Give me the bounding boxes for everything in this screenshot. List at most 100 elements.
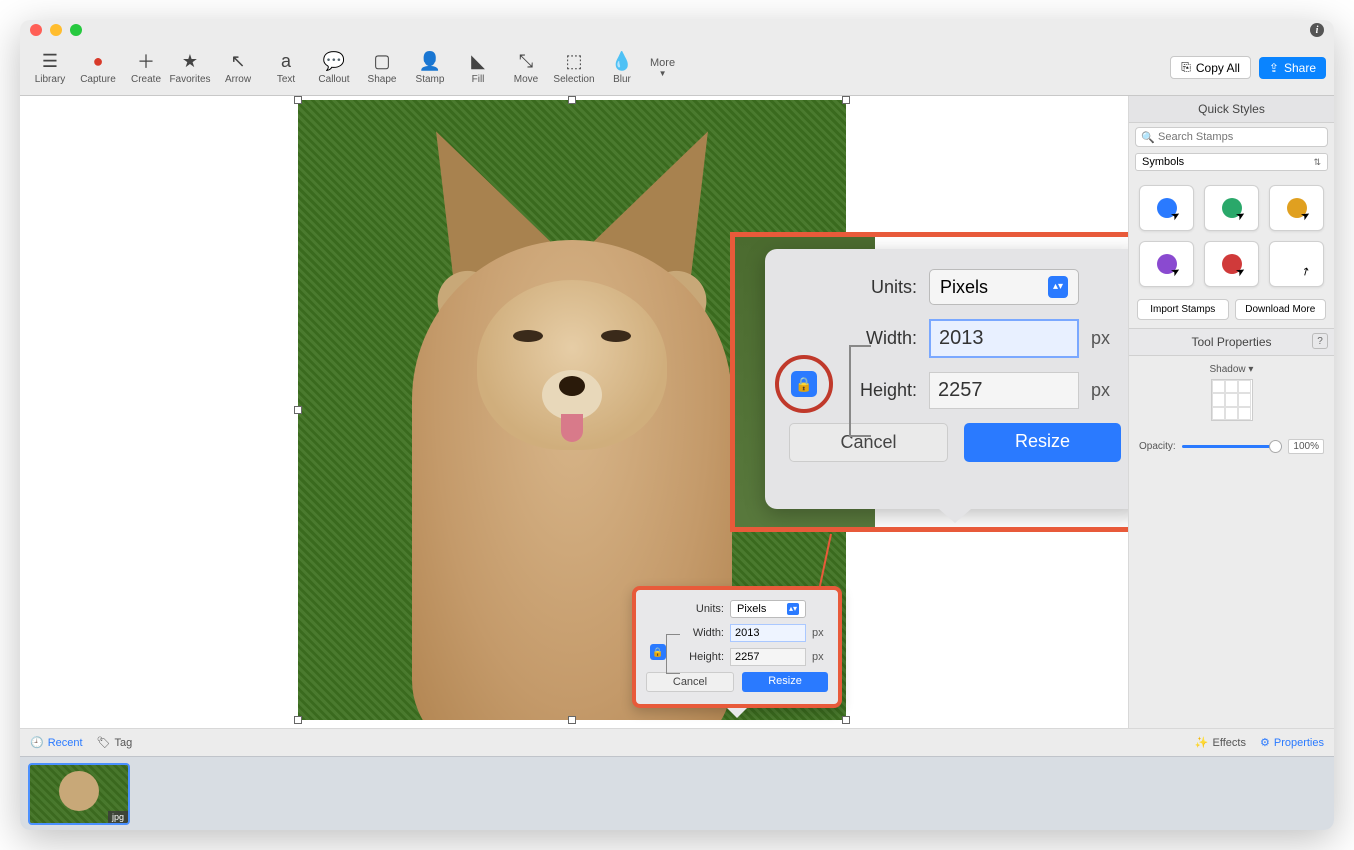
import-stamps-button[interactable]: Import Stamps xyxy=(1137,299,1229,320)
units-select[interactable]: Pixels ▴▾ xyxy=(929,269,1079,305)
editor-canvas[interactable]: 🔒 Units: Pixels ▴▾ Width: px Height: xyxy=(20,96,1128,728)
width-input[interactable] xyxy=(730,624,806,642)
help-icon[interactable]: ? xyxy=(1312,333,1328,349)
maximize-window-button[interactable] xyxy=(70,24,82,36)
favorites-label: Favorites xyxy=(169,74,210,85)
annotation-highlight-circle xyxy=(775,355,833,413)
callout-tool[interactable]: 💬Callout xyxy=(312,45,356,91)
callout-icon: 💬 xyxy=(323,50,345,72)
opacity-label: Opacity: xyxy=(1139,441,1176,452)
info-icon[interactable]: i xyxy=(1310,23,1324,37)
arrow-tool[interactable]: ↖Arrow xyxy=(216,45,260,91)
clipboard-icon: ⎘ xyxy=(1181,60,1191,75)
text-tool[interactable]: aText xyxy=(264,45,308,91)
width-label: Width: xyxy=(866,328,917,349)
lock-aspect-icon[interactable]: 🔒 xyxy=(650,644,666,660)
selection-handle[interactable] xyxy=(568,96,576,104)
search-icon: 🔍 xyxy=(1141,131,1155,144)
opacity-slider[interactable] xyxy=(1182,445,1283,448)
units-label: Units: xyxy=(696,603,724,615)
chevron-updown-icon: ⇅ xyxy=(1313,157,1321,168)
more-menu[interactable]: More▼ xyxy=(650,57,675,78)
cursor-stamp-icon: ➤ xyxy=(1157,198,1177,218)
shadow-label: Shadow ▾ xyxy=(1141,364,1322,375)
move-tool[interactable]: ⤡ Move xyxy=(504,45,548,91)
fill-tool[interactable]: ◣Fill xyxy=(456,45,500,91)
effects-button[interactable]: ✨ Effects xyxy=(1195,736,1246,749)
blur-icon: 💧 xyxy=(611,50,633,72)
height-label: Height: xyxy=(689,651,724,663)
units-label: Units: xyxy=(871,277,917,298)
stamp-tool[interactable]: 👤Stamp xyxy=(408,45,452,91)
thumbnail[interactable]: jpg xyxy=(28,763,130,825)
stamp-swatch[interactable]: ↗ xyxy=(1269,241,1324,287)
capture-label: Capture xyxy=(80,74,116,85)
stamp-swatch[interactable]: ➤ xyxy=(1204,185,1259,231)
selection-handle[interactable] xyxy=(294,406,302,414)
create-tool[interactable]: ＋Create xyxy=(124,45,168,91)
library-label: Library xyxy=(35,74,66,85)
unit-suffix: px xyxy=(812,627,828,639)
blur-tool[interactable]: 💧 Blur xyxy=(600,45,644,91)
stamp-label: Stamp xyxy=(416,74,445,85)
app-window: i ☰Library ● Capture ＋Create ★ Favorites ↖Arr… xyxy=(20,20,1334,830)
fill-icon: ◣ xyxy=(471,50,485,72)
height-input[interactable] xyxy=(929,372,1079,409)
recent-button[interactable]: 🕘 Recent xyxy=(30,736,83,749)
capture-tool[interactable]: ● Capture xyxy=(76,45,120,91)
stamp-swatch[interactable]: ➤ xyxy=(1204,241,1259,287)
unit-suffix: px xyxy=(1091,380,1121,401)
width-input[interactable] xyxy=(929,319,1079,358)
favorites-icon: ★ xyxy=(182,50,198,72)
stamp-swatch[interactable]: ➤ xyxy=(1269,185,1324,231)
selection-handle[interactable] xyxy=(842,96,850,104)
selection-handle[interactable] xyxy=(568,716,576,724)
selection-handle[interactable] xyxy=(294,716,302,724)
main-toolbar: ☰Library ● Capture ＋Create ★ Favorites ↖Arrow… xyxy=(20,40,1334,96)
shape-label: Shape xyxy=(368,74,397,85)
stamps-category-select[interactable]: Symbols ⇅ xyxy=(1135,153,1328,171)
download-more-button[interactable]: Download More xyxy=(1235,299,1327,320)
unit-suffix: px xyxy=(812,651,828,663)
selection-handle[interactable] xyxy=(294,96,302,104)
height-input[interactable] xyxy=(730,648,806,666)
resize-button[interactable]: Resize xyxy=(742,672,828,692)
favorites-tool[interactable]: ★ Favorites xyxy=(168,45,212,91)
cursor-stamp-icon: ➤ xyxy=(1157,254,1177,274)
shape-icon: ▢ xyxy=(373,50,390,72)
tag-button[interactable]: 🏷 Tag xyxy=(97,736,133,749)
cursor-stamp-icon: ➤ xyxy=(1287,198,1307,218)
stamp-swatch[interactable]: ➤ xyxy=(1139,185,1194,231)
minimize-window-button[interactable] xyxy=(50,24,62,36)
blur-label: Blur xyxy=(613,74,631,85)
text-icon: a xyxy=(281,50,291,72)
selection-tool[interactable]: ⬚Selection xyxy=(552,45,596,91)
resize-popover-zoomed: Units: Pixels ▴▾ Width: px Height: xyxy=(730,232,1128,532)
shape-tool[interactable]: ▢ Shape xyxy=(360,45,404,91)
arrow-icon: ↖ xyxy=(230,50,245,72)
resize-button[interactable]: Resize xyxy=(964,423,1121,462)
properties-button[interactable]: ⚙ Properties xyxy=(1260,736,1324,749)
capture-icon: ● xyxy=(93,50,104,72)
right-sidebar: Quick Styles 🔍 Symbols ⇅ ➤➤➤➤➤↗ Import S… xyxy=(1128,96,1334,728)
cursor-stamp-icon: ➤ xyxy=(1222,254,1242,274)
search-stamps-input[interactable] xyxy=(1135,127,1328,147)
tool-properties-header: Tool Properties ? xyxy=(1129,329,1334,356)
close-window-button[interactable] xyxy=(30,24,42,36)
unit-suffix: px xyxy=(1091,328,1121,349)
selection-handle[interactable] xyxy=(842,716,850,724)
width-label: Width: xyxy=(693,627,724,639)
chevron-updown-icon: ▴▾ xyxy=(1048,276,1068,298)
move-icon: ⤡ xyxy=(519,50,533,72)
copy-all-button[interactable]: ⎘ Copy All xyxy=(1170,56,1251,79)
status-bar: 🕘 Recent 🏷 Tag ✨ Effects ⚙ Properties xyxy=(20,728,1334,756)
stamp-swatch[interactable]: ➤ xyxy=(1139,241,1194,287)
tag-icon: 🏷 xyxy=(97,736,111,749)
units-select[interactable]: Pixels ▴▾ xyxy=(730,600,806,618)
thumbnail-extension: jpg xyxy=(108,811,128,823)
library-tool[interactable]: ☰Library xyxy=(28,45,72,91)
move-label: Move xyxy=(514,74,538,85)
shadow-direction-picker[interactable] xyxy=(1211,379,1253,421)
share-button[interactable]: ⇪ Share xyxy=(1259,57,1326,79)
cancel-button[interactable]: Cancel xyxy=(646,672,734,692)
